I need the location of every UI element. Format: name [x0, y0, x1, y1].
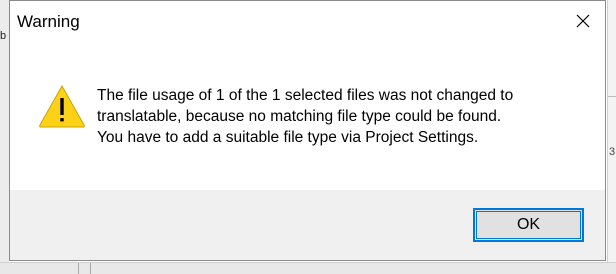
background-right-panel: 3	[607, 0, 616, 273]
background-right-text: 3	[609, 146, 616, 158]
dialog-button-bar: OK	[10, 190, 605, 260]
background-left-panel: b	[0, 0, 9, 273]
background-bottom-bar	[0, 262, 616, 274]
background-divider	[608, 96, 616, 97]
close-icon	[576, 14, 589, 28]
message-line: translatable, because no matching file t…	[97, 108, 502, 125]
warning-message: The file usage of 1 of the 1 selected fi…	[97, 85, 587, 148]
ok-button-label: OK	[516, 216, 541, 233]
ok-button[interactable]: OK	[473, 208, 584, 242]
warning-triangle-icon	[39, 84, 85, 128]
close-button[interactable]	[560, 1, 605, 41]
warning-dialog: Warning The file usage of 1 of the 1 sel…	[9, 0, 606, 261]
message-line: You have to add a suitable file type via…	[97, 129, 479, 146]
background-left-text: b	[0, 30, 7, 42]
dialog-title: Warning	[17, 12, 80, 31]
message-line: The file usage of 1 of the 1 selected fi…	[97, 87, 514, 104]
background-column-divider	[78, 263, 79, 274]
dialog-titlebar[interactable]: Warning	[10, 1, 605, 41]
dialog-content: The file usage of 1 of the 1 selected fi…	[10, 41, 605, 190]
background-column-divider	[90, 263, 91, 274]
